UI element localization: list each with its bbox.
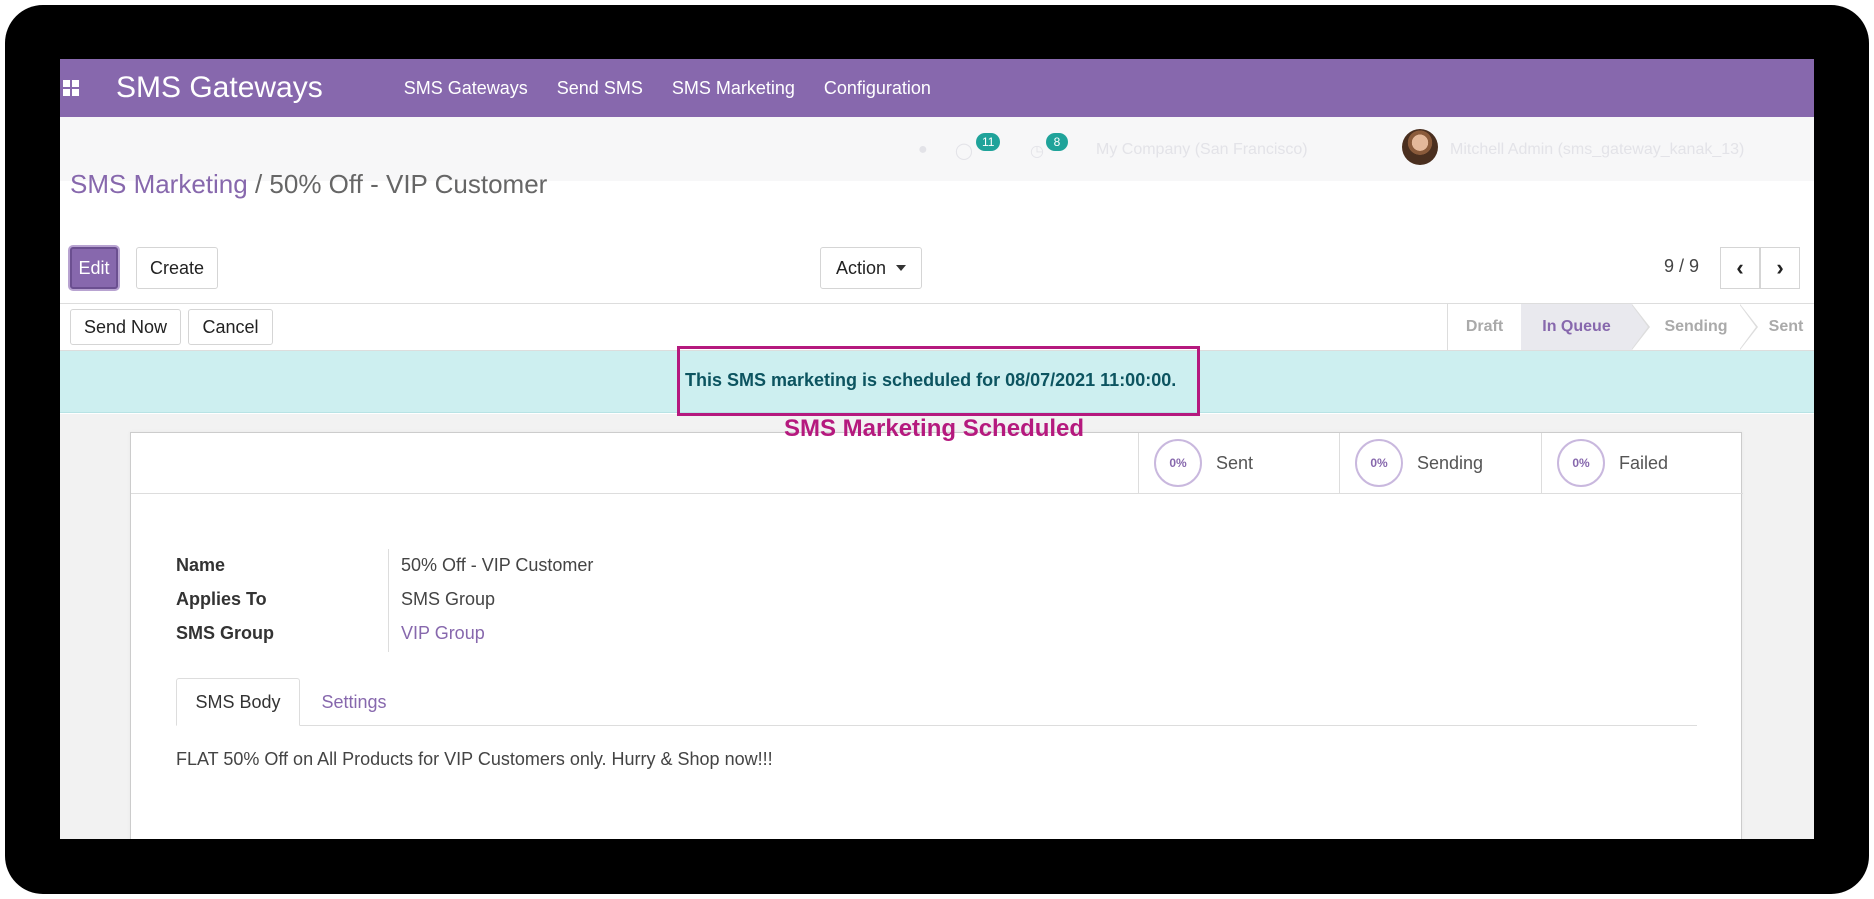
breadcrumb-separator: / [247,169,270,199]
applies-to-label: Applies To [176,589,267,609]
stat-label: Sent [1216,452,1254,473]
stat-label: Failed [1619,452,1669,473]
send-now-button[interactable]: Send Now [70,309,181,345]
screenshot-frame: SMS Gateways SMS Gateways Send SMS SMS M… [0,0,1874,899]
stage-sending[interactable]: Sending [1652,304,1740,350]
stat-label: Sending [1417,452,1484,473]
content-layer: SMS Marketing / 50% Off - VIP Customer E… [60,59,1814,839]
action-label: Action [835,257,887,278]
name-label: Name [176,555,226,575]
tab-settings[interactable]: Settings [300,678,408,726]
caret-down-icon [896,265,907,271]
field-divider [388,549,389,652]
annotation-label: SMS Marketing Scheduled [784,415,1085,442]
breadcrumb-parent[interactable]: SMS Marketing [70,169,248,199]
pager-next-button[interactable]: › [1760,247,1800,289]
applies-to-value: SMS Group [401,589,496,609]
sms-group-label: SMS Group [176,623,274,643]
tab-sms-body[interactable]: SMS Body [176,678,300,726]
chevron-right-icon: › [1776,255,1784,280]
progress-circle: 0% [1154,439,1202,487]
form-sheet: 0% Sent 0% Sending 0% Failed Name 50% Of… [130,432,1743,839]
stage-sent[interactable]: Sent [1758,304,1814,350]
name-value: 50% Off - VIP Customer [401,555,594,575]
form-statusbar: Send Now Cancel Draft In Queue Sending S… [60,303,1814,351]
notebook-tabs: SMS Body Settings [176,678,1697,726]
stage-in-queue[interactable]: In Queue [1521,304,1632,350]
chevron-left-icon: ‹ [1736,255,1744,280]
stat-sent-button[interactable]: 0% Sent [1138,433,1339,493]
stage-arrow-fill [1739,304,1756,350]
stage-arrow-fill [1631,304,1648,350]
breadcrumb: SMS Marketing / 50% Off - VIP Customer [70,169,547,200]
sms-body-text: FLAT 50% Off on All Products for VIP Cus… [176,749,773,769]
sms-group-link[interactable]: VIP Group [401,623,485,644]
stat-sending-button[interactable]: 0% Sending [1339,433,1540,493]
cancel-button[interactable]: Cancel [188,309,273,345]
progress-circle: 0% [1355,439,1403,487]
create-button[interactable]: Create [136,247,218,289]
breadcrumb-current: 50% Off - VIP Customer [269,169,548,199]
stage-draft[interactable]: Draft [1448,304,1521,350]
highlight-box [677,346,1200,416]
progress-circle: 0% [1557,439,1605,487]
pager-value: 9 / 9 [1664,256,1700,276]
edit-button[interactable]: Edit [70,247,118,289]
stat-failed-button[interactable]: 0% Failed [1541,433,1742,493]
action-dropdown[interactable]: Action [820,247,922,289]
pager-previous-button[interactable]: ‹ [1720,247,1760,289]
